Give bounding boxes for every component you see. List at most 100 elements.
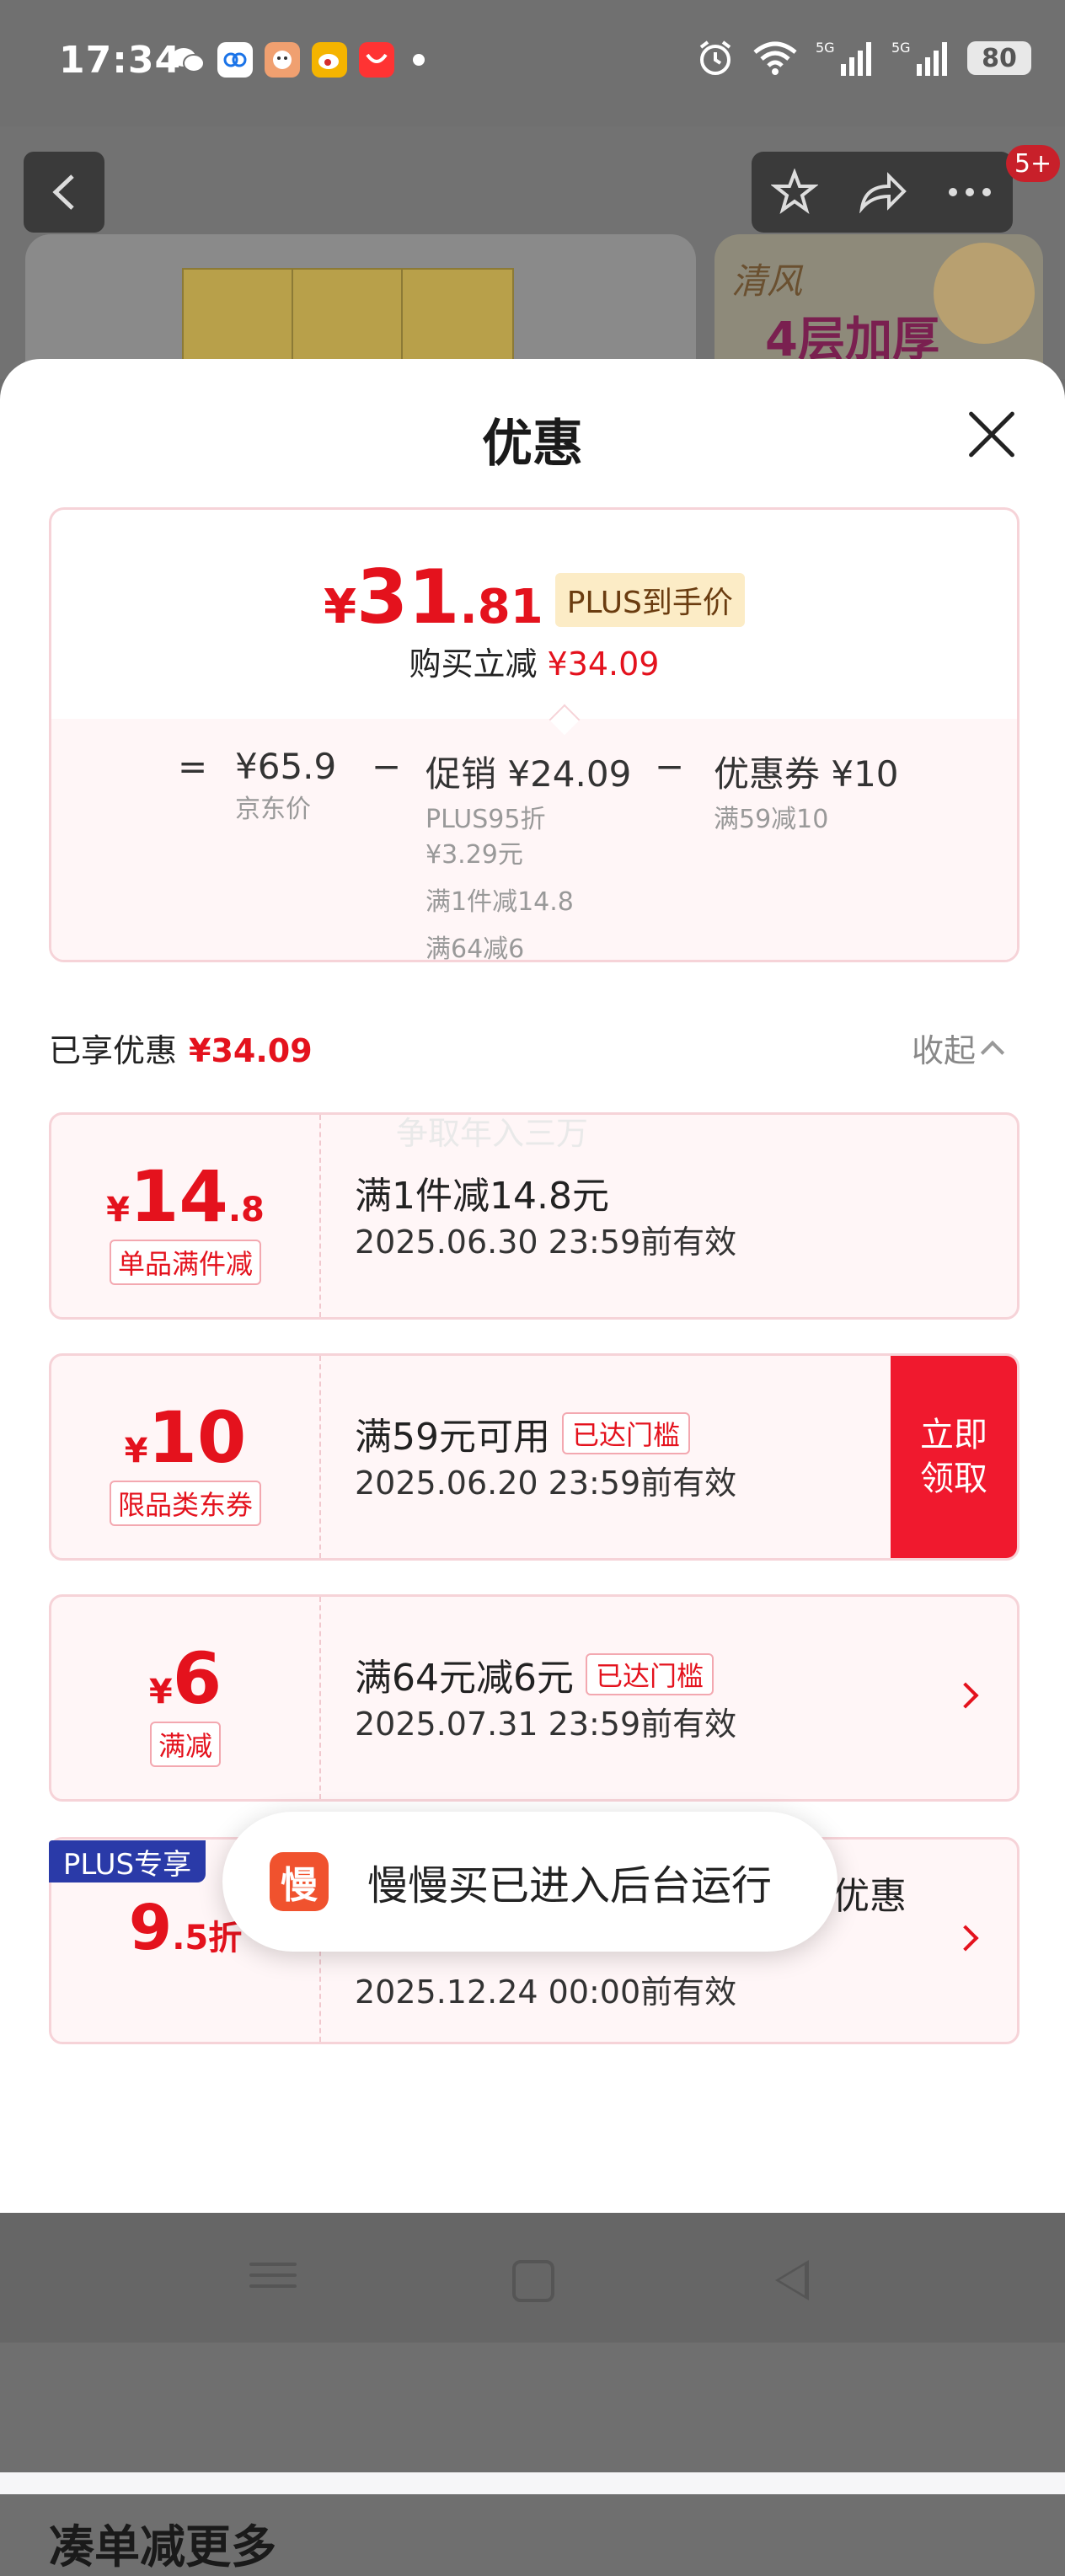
signal-5g-icon: 5G [891, 40, 947, 76]
chevron-up-icon [980, 1040, 1005, 1064]
coupon-amount: 6 [172, 1637, 222, 1720]
menu-icon[interactable] [249, 2255, 297, 2302]
promo-detail: 满64减6 [425, 935, 525, 962]
purchase-saving: 购买立减 ¥34.09 [51, 638, 1017, 684]
back-triangle-icon[interactable] [775, 2260, 809, 2300]
coupon-type-label: 满减 [149, 1722, 221, 1767]
star-icon[interactable] [771, 169, 818, 216]
coupon-decimal: .8 [227, 1191, 265, 1229]
enjoyed-discount: 已享优惠 ¥34.09 [49, 1025, 313, 1071]
svg-text:5G: 5G [816, 40, 835, 56]
minus-sign: − [372, 746, 402, 787]
product-page-background: 5+ 清风 4层加厚 [0, 126, 1065, 386]
coupon-title-text: 满59元可用 [355, 1416, 550, 1459]
coupon-block: 优惠券 ¥10 满59减10 [714, 746, 899, 838]
battery-indicator: 80 [967, 41, 1031, 75]
top-action-bar [752, 152, 1013, 233]
app-icon [265, 42, 300, 78]
coupon-currency: ¥ [148, 1673, 173, 1711]
jd-price: ¥65.9 [235, 746, 337, 787]
sheet-title: 优惠 [482, 415, 583, 474]
coupon-type: 满减 [51, 1722, 319, 1767]
collapse-toggle[interactable]: 收起 [912, 1025, 1005, 1071]
claim-coupon-button[interactable]: 立即领取 [891, 1356, 1017, 1558]
chevron-right-icon [952, 1925, 979, 1952]
wifi-icon [753, 41, 797, 75]
coupon-amount: 9 [128, 1892, 173, 1964]
coupon-detail: 满59减10 [714, 805, 829, 834]
weibo-icon [312, 42, 347, 78]
status-bar: 17:34 5G 5G 80 [0, 0, 1065, 126]
chevron-right-icon [952, 1682, 979, 1709]
coupon-decimal: .5折 [172, 1919, 243, 1957]
saving-amount: ¥34.09 [547, 645, 660, 683]
coupon-title-tail: 优惠 [832, 1875, 907, 1918]
jd-price-label: 京东价 [235, 795, 311, 824]
coupon-currency: ¥ [124, 1432, 148, 1470]
background-toast: 慢 慢慢买已进入后台运行 [222, 1812, 838, 1952]
jd-price-block: ¥65.9 京东价 [235, 746, 336, 827]
more-notifications-dot [413, 54, 425, 66]
coupon-divider [319, 1115, 321, 1317]
currency-symbol: ¥ [324, 580, 357, 635]
final-price: ¥ 31 .81 [324, 554, 543, 640]
coupon-type: 限品类东券 [51, 1481, 319, 1526]
final-price-integer: 31 [356, 554, 460, 640]
coupon-expiry: 2025.12.24 00:00前有效 [355, 1974, 737, 2011]
app-icon [217, 42, 253, 78]
coupon-type: 单品满件减 [51, 1240, 319, 1285]
enjoyed-label: 已享优惠 [49, 1032, 178, 1069]
promo-value: 促销 ¥24.09 [425, 753, 632, 795]
threshold-reached-badge: 已达门槛 [585, 1653, 714, 1695]
notification-icons [170, 42, 425, 78]
section-divider [0, 2472, 1065, 2494]
signal-5g-icon: 5G [816, 40, 871, 76]
coupon-divider [319, 1356, 321, 1558]
coupon-currency: ¥ [106, 1191, 130, 1229]
coupon-title-text: 满1件减14.8元 [355, 1175, 609, 1218]
plus-price-tag: PLUS到手价 [554, 573, 745, 627]
enjoyed-amount: ¥34.09 [189, 1032, 313, 1069]
price-breakdown-card: ¥ 31 .81 PLUS到手价 购买立减 ¥34.09 = ¥65.9 京东价 … [49, 507, 1020, 962]
more-icon[interactable] [946, 186, 993, 198]
chevron-left-icon [52, 174, 74, 210]
promo-detail: ¥3.29元 [425, 840, 523, 870]
coupon-value: ¥14.8 [51, 1155, 319, 1238]
coupon-title: 满64元减6元 已达门槛 [355, 1647, 714, 1701]
coupon-type-label: 限品类东券 [109, 1481, 261, 1526]
minus-sign: − [655, 746, 685, 787]
home-icon[interactable] [512, 2260, 554, 2302]
threshold-reached-badge: 已达门槛 [562, 1412, 691, 1454]
collapse-label: 收起 [912, 1032, 977, 1069]
plus-exclusive-ribbon: PLUS专享 [49, 1840, 206, 1882]
message-badge: 5+ [1006, 145, 1060, 182]
manmanmai-app-icon: 慢 [270, 1852, 329, 1911]
coupon-expiry: 2025.07.31 23:59前有效 [355, 1706, 737, 1743]
promo-detail: 满1件减14.8 [425, 887, 574, 917]
coupon-divider [319, 1597, 321, 1799]
final-price-row: ¥ 31 .81 PLUS到手价 [51, 554, 1017, 640]
close-icon[interactable] [966, 408, 1018, 460]
share-icon[interactable] [857, 171, 907, 213]
status-time: 17:34 [59, 39, 182, 82]
back-button[interactable] [24, 152, 104, 233]
final-price-decimal: .81 [459, 580, 543, 635]
coupon-amount: 10 [147, 1396, 247, 1479]
coupon-value: ¥10 [51, 1396, 319, 1479]
coupon-item[interactable]: ¥6 满减 满64元减6元 已达门槛 2025.07.31 23:59前有效 [49, 1594, 1020, 1802]
saving-label: 购买立减 [409, 645, 538, 683]
product-brand: 清风 [731, 260, 803, 302]
coupon-title: 满59元可用 已达门槛 [355, 1406, 691, 1460]
wechat-icon [170, 42, 206, 78]
promo-detail: PLUS95折 [425, 805, 546, 834]
coupon-expiry: 2025.06.20 23:59前有效 [355, 1465, 737, 1502]
svg-text:5G: 5G [891, 40, 911, 56]
system-indicators: 5G 5G 80 [696, 39, 1031, 78]
coupon-title: 满1件减14.8元 [355, 1165, 609, 1219]
system-nav-bar [0, 2213, 1065, 2343]
coupon-expiry: 2025.06.30 23:59前有效 [355, 1224, 737, 1261]
coupon-type-label: 单品满件减 [109, 1240, 261, 1285]
coupon-title-text: 满64元减6元 [355, 1657, 574, 1700]
equals-sign: = [178, 746, 208, 787]
alarm-icon [699, 40, 731, 75]
